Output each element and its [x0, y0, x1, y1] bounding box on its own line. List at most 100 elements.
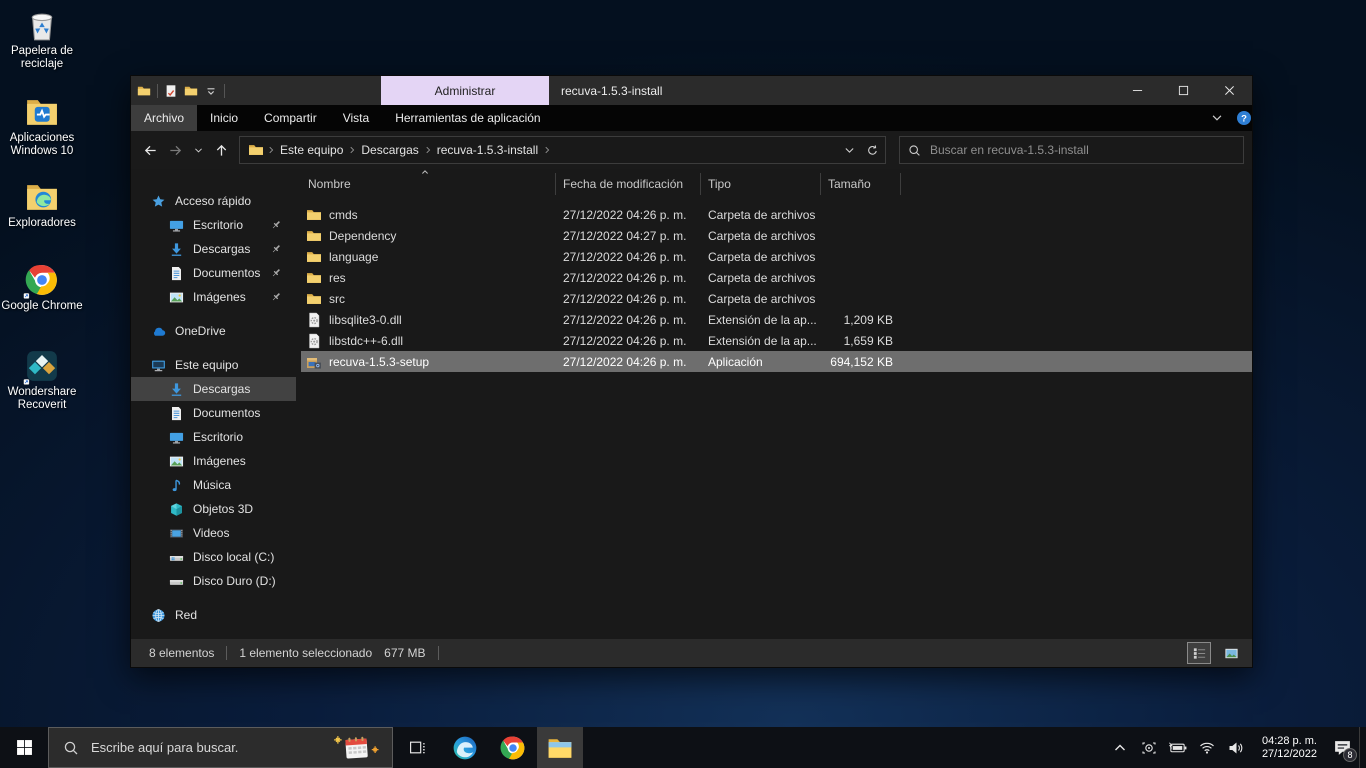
file-date: 27/12/2022 04:26 p. m. — [556, 271, 701, 285]
nav-item-imagenes[interactable]: Imágenes — [131, 285, 296, 309]
ribbon-tab-compartir[interactable]: Compartir — [251, 105, 330, 131]
nav-item-disco-local-c[interactable]: Disco local (C:) — [131, 545, 296, 569]
nav-item-acceso-rapido[interactable]: Acceso rápido — [131, 189, 296, 213]
qat-properties-icon[interactable] — [164, 84, 178, 98]
tray-battery-icon[interactable] — [1168, 738, 1188, 758]
star-icon — [151, 194, 166, 209]
pin-icon — [270, 267, 282, 279]
ribbon-collapse-chevron-icon[interactable] — [1210, 111, 1224, 125]
file-row-libsqlite3-0-dll[interactable]: libsqlite3-0.dll27/12/2022 04:26 p. m.Ex… — [301, 309, 1252, 330]
recent-locations-chevron-icon[interactable] — [193, 145, 204, 156]
nav-item-musica[interactable]: Música — [131, 473, 296, 497]
file-row-libstdc-6-dll[interactable]: libstdc++-6.dll27/12/2022 04:26 p. m.Ext… — [301, 330, 1252, 351]
nav-item-label: OneDrive — [175, 324, 226, 338]
nav-item-documentos[interactable]: Documentos — [131, 401, 296, 425]
desktop-icon-google-chrome[interactable]: Google Chrome — [0, 263, 84, 313]
ribbon-tab-inicio[interactable]: Inicio — [197, 105, 251, 131]
ribbon-tab-herramientas-de-aplicacion[interactable]: Herramientas de aplicación — [382, 105, 553, 131]
ribbon-tab-vista[interactable]: Vista — [330, 105, 382, 131]
back-icon[interactable] — [143, 143, 158, 158]
taskbar-search-input[interactable] — [91, 740, 322, 755]
file-row-language[interactable]: language27/12/2022 04:26 p. m.Carpeta de… — [301, 246, 1252, 267]
forward-icon[interactable] — [168, 143, 183, 158]
nav-item-red[interactable]: Red — [131, 603, 296, 627]
task-view-button[interactable] — [393, 727, 441, 768]
explorer-window: Administrar recuva-1.5.3-install Archivo… — [130, 75, 1253, 668]
taskbar-chrome-button[interactable] — [489, 727, 537, 768]
titlebar[interactable]: Administrar recuva-1.5.3-install — [131, 76, 1252, 105]
desktop-icon-wondershare-recoverit[interactable]: Wondershare Recoverit — [0, 349, 84, 412]
column-header-nombre[interactable]: Nombre — [301, 173, 556, 195]
breadcrumb-item-descargas[interactable]: Descargas — [357, 143, 422, 157]
address-row: Este equipo Descargas recuva-1.5.3-install — [131, 131, 1252, 169]
column-header-tipo[interactable]: Tipo — [701, 173, 821, 195]
start-button[interactable] — [0, 727, 48, 768]
pin-icon — [270, 291, 282, 303]
details-view-icon — [1192, 646, 1207, 661]
nav-item-label: Disco Duro (D:) — [193, 574, 276, 588]
nav-item-videos[interactable]: Videos — [131, 521, 296, 545]
nav-item-este-equipo[interactable]: Este equipo — [131, 353, 296, 377]
tray-wifi-icon[interactable] — [1197, 738, 1217, 758]
recycle-bin-icon — [25, 8, 59, 42]
tray-chevron-up-icon[interactable] — [1110, 738, 1130, 758]
taskbar-clock[interactable]: 04:28 p. m. 27/12/2022 — [1254, 735, 1325, 761]
file-row-dependency[interactable]: Dependency 27/12/2022 04:27 p. m.Carpeta … — [301, 225, 1252, 246]
file-type: Carpeta de archivos — [701, 271, 821, 285]
file-row-src[interactable]: src27/12/2022 04:26 p. m.Carpeta de arch… — [301, 288, 1252, 309]
nav-item-disco-duro-d[interactable]: Disco Duro (D:) — [131, 569, 296, 593]
nav-item-documentos[interactable]: Documentos — [131, 261, 296, 285]
address-folder-icon — [248, 142, 264, 158]
refresh-icon[interactable] — [866, 144, 879, 157]
ribbon-tab-archivo[interactable]: Archivo — [131, 105, 197, 131]
qat-customize-chevron-icon[interactable] — [204, 84, 218, 98]
nav-item-escritorio[interactable]: Escritorio — [131, 213, 296, 237]
tray-screen-record-icon[interactable] — [1139, 738, 1159, 758]
explorer-search[interactable] — [899, 136, 1244, 164]
desktop-icon-exploradores[interactable]: Exploradores — [0, 180, 84, 230]
file-date: 27/12/2022 04:27 p. m. — [556, 229, 701, 243]
minimize-button[interactable] — [1114, 76, 1160, 105]
taskbar-edge-button[interactable] — [441, 727, 489, 768]
nav-item-descargas[interactable]: Descargas — [131, 237, 296, 261]
file-type: Carpeta de archivos — [701, 229, 821, 243]
qat-newfolder-icon[interactable] — [184, 84, 198, 98]
contextual-tab-administrar[interactable]: Administrar — [381, 76, 549, 105]
nav-item-imagenes[interactable]: Imágenes — [131, 449, 296, 473]
file-name: Dependency — [329, 229, 396, 243]
tray-volume-icon[interactable] — [1226, 738, 1246, 758]
address-bar[interactable]: Este equipo Descargas recuva-1.5.3-install — [239, 136, 886, 164]
nav-item-descargas[interactable]: Descargas — [131, 377, 296, 401]
qat-folder-icon[interactable] — [137, 84, 151, 98]
nav-item-label: Acceso rápido — [175, 194, 251, 208]
desktop-icon-papelera-de-reciclaje[interactable]: Papelera de reciclaje — [0, 8, 84, 71]
taskbar-search[interactable] — [48, 727, 393, 768]
nav-item-escritorio[interactable]: Escritorio — [131, 425, 296, 449]
qat-separator — [157, 84, 158, 98]
column-header-tamano[interactable]: Tamaño — [821, 173, 901, 195]
column-header-fecha-de-modificacion[interactable]: Fecha de modificación — [556, 173, 701, 195]
column-header-label: Tipo — [708, 177, 731, 191]
breadcrumb-item-recuva-1-5-3-install[interactable]: recuva-1.5.3-install — [433, 143, 542, 157]
selection-size: 677 MB — [384, 646, 425, 660]
details-view-button[interactable] — [1188, 643, 1210, 663]
maximize-button[interactable] — [1160, 76, 1206, 105]
nav-item-onedrive[interactable]: OneDrive — [131, 319, 296, 343]
history-navigation — [131, 143, 239, 158]
thumbnails-view-button[interactable] — [1220, 643, 1242, 663]
desktop-icon-aplicaciones-windows-10[interactable]: Aplicaciones Windows 10 — [0, 95, 84, 158]
file-row-cmds[interactable]: cmds27/12/2022 04:26 p. m.Carpeta de arc… — [301, 204, 1252, 225]
explorer-search-input[interactable] — [930, 143, 1235, 157]
file-row-recuva-1-5-3-setup[interactable]: recuva-1.5.3-setup27/12/2022 04:26 p. m.… — [301, 351, 1252, 372]
show-desktop-button[interactable] — [1359, 727, 1366, 768]
file-row-res[interactable]: res27/12/2022 04:26 p. m.Carpeta de arch… — [301, 267, 1252, 288]
search-highlight-calendar-icon[interactable] — [324, 733, 388, 763]
up-icon[interactable] — [214, 143, 229, 158]
address-dropdown-chevron-icon[interactable] — [843, 144, 856, 157]
breadcrumb-item-este-equipo[interactable]: Este equipo — [276, 143, 347, 157]
nav-item-objetos-3d[interactable]: Objetos 3D — [131, 497, 296, 521]
close-button[interactable] — [1206, 76, 1252, 105]
taskbar-explorer-button[interactable] — [537, 727, 583, 768]
help-icon[interactable]: ? — [1236, 110, 1252, 126]
action-center-button[interactable]: 8 — [1325, 727, 1359, 768]
